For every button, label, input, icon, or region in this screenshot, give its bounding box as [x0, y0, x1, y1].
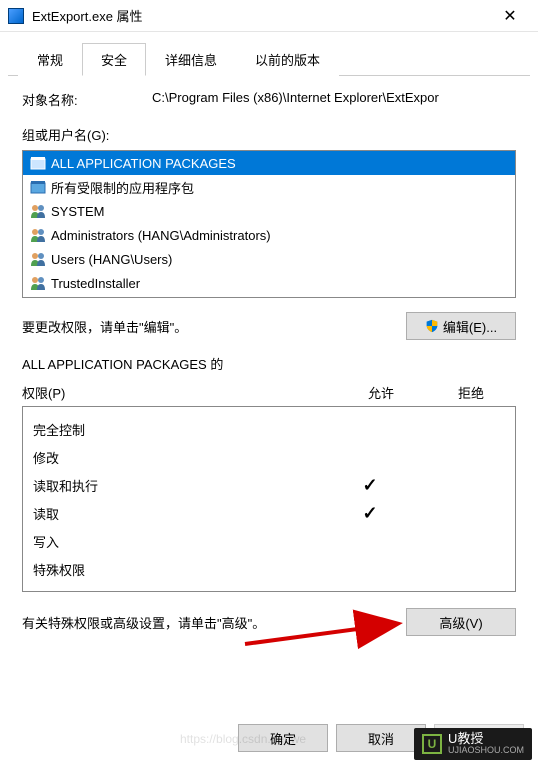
- group-item-label: ALL APPLICATION PACKAGES: [51, 156, 236, 171]
- advanced-button[interactable]: 高级(V): [406, 608, 516, 636]
- ok-button[interactable]: 确定: [238, 724, 328, 752]
- users-icon: [29, 251, 47, 267]
- group-item-label: TrustedInstaller: [51, 276, 140, 291]
- permission-name: 完全控制: [33, 420, 325, 439]
- permission-name: 读取和执行: [33, 476, 325, 495]
- group-item[interactable]: TrustedInstaller: [23, 271, 515, 295]
- app-icon: [8, 8, 24, 24]
- object-name-value: C:\Program Files (x86)\Internet Explorer…: [152, 90, 516, 109]
- permission-name: 修改: [33, 448, 325, 467]
- permission-allow: ✓: [325, 475, 415, 496]
- tab-0[interactable]: 常规: [18, 43, 82, 76]
- package-icon: [29, 179, 47, 195]
- group-item-label: Users (HANG\Users): [51, 252, 172, 267]
- group-item[interactable]: Users (HANG\Users): [23, 247, 515, 271]
- edit-permissions-row: 要更改权限，请单击"编辑"。 编辑(E)...: [22, 312, 516, 340]
- permissions-title-line2: 权限(P): [22, 383, 336, 402]
- permissions-listbox: 完全控制修改读取和执行✓读取✓写入特殊权限: [22, 406, 516, 592]
- permission-row: 读取和执行✓: [33, 471, 505, 499]
- permission-allow: ✓: [325, 503, 415, 524]
- group-item[interactable]: ALL APPLICATION PACKAGES: [23, 151, 515, 175]
- permission-row: 写入: [33, 527, 505, 555]
- group-users-label: 组或用户名(G):: [22, 125, 516, 144]
- shield-icon: [425, 319, 439, 333]
- permissions-header: 权限(P) 允许 拒绝: [22, 383, 516, 402]
- object-name-label: 对象名称:: [22, 90, 152, 109]
- permission-row: 完全控制: [33, 415, 505, 443]
- window-title: ExtExport.exe 属性: [32, 6, 490, 25]
- permission-name: 读取: [33, 504, 325, 523]
- group-item[interactable]: Administrators (HANG\Administrators): [23, 223, 515, 247]
- tab-2[interactable]: 详细信息: [146, 43, 236, 76]
- permission-name: 写入: [33, 532, 325, 551]
- group-users-listbox[interactable]: ALL APPLICATION PACKAGES 所有受限制的应用程序包 SYSTE…: [22, 150, 516, 298]
- group-item-label: 所有受限制的应用程序包: [51, 178, 194, 197]
- edit-button-label: 编辑(E)...: [443, 317, 497, 336]
- cancel-button[interactable]: 取消: [336, 724, 426, 752]
- apply-button[interactable]: 应用: [434, 724, 524, 752]
- users-icon: [29, 227, 47, 243]
- permission-row: 特殊权限: [33, 555, 505, 583]
- close-button[interactable]: ✕: [490, 0, 530, 32]
- group-item[interactable]: 所有受限制的应用程序包: [23, 175, 515, 199]
- advanced-hint-text: 有关特殊权限或高级设置，请单击"高级"。: [22, 613, 406, 632]
- permission-row: 读取✓: [33, 499, 505, 527]
- permission-row: 修改: [33, 443, 505, 471]
- group-item[interactable]: SYSTEM: [23, 199, 515, 223]
- permission-name: 特殊权限: [33, 560, 325, 579]
- users-icon: [29, 203, 47, 219]
- tab-3[interactable]: 以前的版本: [236, 43, 339, 76]
- advanced-button-label: 高级(V): [439, 613, 482, 632]
- titlebar: ExtExport.exe 属性 ✕: [0, 0, 538, 32]
- permissions-title-line1: ALL APPLICATION PACKAGES 的: [22, 354, 516, 373]
- tab-content-security: 对象名称: C:\Program Files (x86)\Internet Ex…: [0, 76, 538, 650]
- tab-1[interactable]: 安全: [82, 43, 146, 76]
- column-allow: 允许: [336, 383, 426, 402]
- object-name-row: 对象名称: C:\Program Files (x86)\Internet Ex…: [22, 90, 516, 109]
- edit-hint-text: 要更改权限，请单击"编辑"。: [22, 317, 406, 336]
- column-deny: 拒绝: [426, 383, 516, 402]
- advanced-row: 有关特殊权限或高级设置，请单击"高级"。 高级(V): [22, 608, 516, 636]
- group-item-label: Administrators (HANG\Administrators): [51, 228, 271, 243]
- tab-strip: 常规安全详细信息以前的版本: [8, 32, 530, 76]
- dialog-footer: 确定 取消 应用: [0, 724, 538, 752]
- group-item-label: SYSTEM: [51, 204, 104, 219]
- edit-button[interactable]: 编辑(E)...: [406, 312, 516, 340]
- users-icon: [29, 275, 47, 291]
- package-icon: [29, 155, 47, 171]
